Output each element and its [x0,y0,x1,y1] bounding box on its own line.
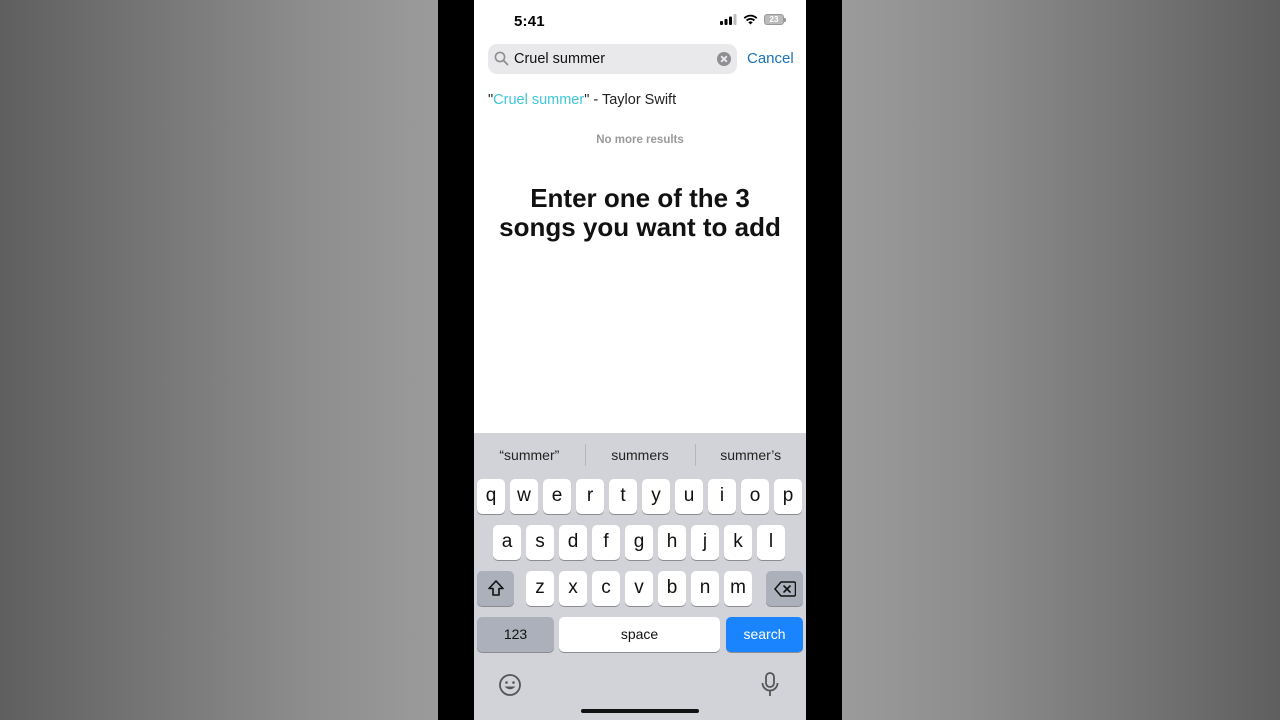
key-q[interactable]: q [477,479,505,514]
key-b[interactable]: b [658,571,686,606]
key-z[interactable]: z [526,571,554,606]
microphone-icon[interactable] [761,672,779,698]
key-r[interactable]: r [576,479,604,514]
shift-key[interactable] [477,571,514,606]
numbers-key[interactable]: 123 [477,617,554,652]
key-i[interactable]: i [708,479,736,514]
key-t[interactable]: t [609,479,637,514]
key-y[interactable]: y [642,479,670,514]
overlay-caption: Enter one of the 3 songs you want to add [499,183,781,242]
key-n[interactable]: n [691,571,719,606]
key-m[interactable]: m [724,571,752,606]
status-icons: 23 [720,14,786,25]
suggestion-2[interactable]: summers [584,433,696,477]
key-h[interactable]: h [658,525,686,560]
battery-icon: 23 [764,14,786,25]
key-x[interactable]: x [559,571,587,606]
suggestion-3[interactable]: summer’s [695,433,806,477]
status-time: 5:41 [514,13,545,30]
home-indicator [581,709,699,713]
emoji-icon[interactable] [498,673,522,697]
key-s[interactable]: s [526,525,554,560]
cellular-signal-icon [720,14,737,25]
search-input[interactable] [514,44,704,74]
suggestion-1[interactable]: “summer” [474,433,585,477]
keyboard: “summer” summers summer’s q w e r t y u … [474,433,806,720]
key-v[interactable]: v [625,571,653,606]
key-o[interactable]: o [741,479,769,514]
wifi-icon [743,14,758,25]
clear-search-icon[interactable] [717,52,731,66]
key-a[interactable]: a [493,525,521,560]
key-k[interactable]: k [724,525,752,560]
background-right [842,0,1280,720]
key-w[interactable]: w [510,479,538,514]
cancel-button[interactable]: Cancel [747,50,794,67]
search-icon [494,51,509,66]
result-rest: " - Taylor Swift [584,92,677,108]
shift-icon [487,580,504,596]
key-e[interactable]: e [543,479,571,514]
search-bar[interactable] [488,44,737,74]
background-left [0,0,438,720]
key-c[interactable]: c [592,571,620,606]
space-key[interactable]: space [559,617,720,652]
key-p[interactable]: p [774,479,802,514]
key-u[interactable]: u [675,479,703,514]
key-j[interactable]: j [691,525,719,560]
result-highlight: Cruel summer [493,92,585,108]
delete-key[interactable] [766,571,803,606]
phone-screen: 5:41 23 Cancel "Cruel summer" - Taylor S… [474,0,806,720]
key-d[interactable]: d [559,525,587,560]
backspace-icon [773,581,796,597]
no-more-results-label: No more results [596,134,684,146]
predictive-bar: “summer” summers summer’s [474,433,806,477]
search-result-item[interactable]: "Cruel summer" - Taylor Swift [488,92,676,108]
key-g[interactable]: g [625,525,653,560]
key-l[interactable]: l [757,525,785,560]
key-f[interactable]: f [592,525,620,560]
search-key[interactable]: search [726,617,803,652]
